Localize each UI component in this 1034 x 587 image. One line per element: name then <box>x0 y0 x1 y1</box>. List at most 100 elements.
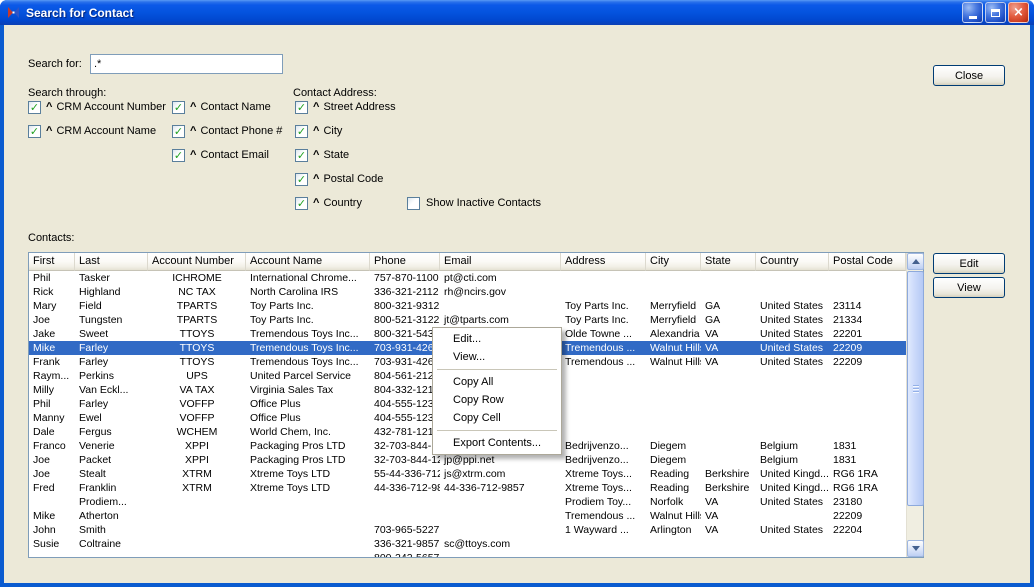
column-header-phone[interactable]: Phone <box>370 253 440 271</box>
table-cell: Tremendous Toys Inc... <box>246 355 370 369</box>
table-cell: 800-321-9312 <box>370 299 440 313</box>
table-row[interactable]: JoeStealtXTRMXtreme Toys LTD55-44-336-71… <box>29 467 906 481</box>
table-cell: VOFFP <box>148 411 246 425</box>
table-cell <box>29 551 75 557</box>
checkbox-contact-email[interactable]: ✓^Contact Email <box>172 143 282 167</box>
column-header-account-name[interactable]: Account Name <box>246 253 370 271</box>
column-header-state[interactable]: State <box>701 253 756 271</box>
table-cell <box>440 299 561 313</box>
table-cell <box>148 509 246 523</box>
menu-separator <box>437 430 557 431</box>
close-button[interactable]: Close <box>933 65 1005 86</box>
table-cell <box>440 495 561 509</box>
dialog-window: Search for Contact × Search for: Close S… <box>0 0 1034 587</box>
scroll-up-button[interactable] <box>907 253 924 270</box>
checkbox-label: Contact Email <box>200 149 268 161</box>
menu-item-export-contents[interactable]: Export Contents... <box>435 434 559 452</box>
table-cell: Xtreme Toys LTD <box>246 467 370 481</box>
menu-item-view[interactable]: View... <box>435 348 559 366</box>
table-cell: sc@ttoys.com <box>440 537 561 551</box>
checkbox-crm-account-number[interactable]: ✓^CRM Account Number <box>28 95 166 119</box>
table-row[interactable]: 800-242-5657 <box>29 551 906 557</box>
checkbox-state[interactable]: ✓^State <box>295 143 396 167</box>
column-header-email[interactable]: Email <box>440 253 561 271</box>
table-cell: Smith <box>75 523 148 537</box>
table-row[interactable]: MaryFieldTPARTSToy Parts Inc.800-321-931… <box>29 299 906 313</box>
table-row[interactable]: SusieColtraine336-321-9857sc@ttoys.com <box>29 537 906 551</box>
checkbox-box-icon[interactable]: ✓ <box>172 101 185 114</box>
table-row[interactable]: FredFranklinXTRMXtreme Toys LTD44-336-71… <box>29 481 906 495</box>
column-header-country[interactable]: Country <box>756 253 829 271</box>
table-cell <box>561 551 646 557</box>
table-cell: Olde Towne ... <box>561 327 646 341</box>
table-cell: 404-555-123... <box>370 397 440 411</box>
checkbox-contact-phone[interactable]: ✓^Contact Phone # <box>172 119 282 143</box>
checkbox-box-icon[interactable]: ✓ <box>172 149 185 162</box>
table-cell: Milly <box>29 383 75 397</box>
checkbox-label: Show Inactive Contacts <box>426 197 541 209</box>
table-cell <box>370 509 440 523</box>
table-row[interactable]: PhilTaskerICHROMEInternational Chrome...… <box>29 271 906 285</box>
checkbox-box-icon[interactable]: ✓ <box>28 125 41 138</box>
restore-button[interactable] <box>985 2 1006 23</box>
menu-item-copy-all[interactable]: Copy All <box>435 373 559 391</box>
checkbox-country[interactable]: ✓^Country <box>295 191 396 215</box>
menu-item-edit[interactable]: Edit... <box>435 330 559 348</box>
table-cell: TTOYS <box>148 341 246 355</box>
table-cell <box>148 495 246 509</box>
column-header-last[interactable]: Last <box>75 253 148 271</box>
table-cell: js@xtrm.com <box>440 467 561 481</box>
minimize-button[interactable] <box>962 2 983 23</box>
table-cell: 1831 <box>829 439 906 453</box>
column-header-city[interactable]: City <box>646 253 701 271</box>
view-button[interactable]: View <box>933 277 1005 298</box>
regex-anchor-caret-icon: ^ <box>313 125 319 137</box>
checkbox-box-icon[interactable]: ✓ <box>295 125 308 138</box>
titlebar[interactable]: Search for Contact × <box>0 0 1034 25</box>
vertical-scrollbar[interactable] <box>906 253 923 557</box>
checkbox-crm-account-name[interactable]: ✓^CRM Account Name <box>28 119 166 143</box>
table-cell <box>701 369 756 383</box>
checkbox-box-icon[interactable]: ✓ <box>295 101 308 114</box>
table-row[interactable]: MikeAthertonTremendous ...Walnut HillsVA… <box>29 509 906 523</box>
checkbox-box-icon[interactable]: ✓ <box>28 101 41 114</box>
checkbox-box-icon[interactable]: ✓ <box>295 197 308 210</box>
table-cell <box>246 509 370 523</box>
column-header-address[interactable]: Address <box>561 253 646 271</box>
table-row[interactable]: JohnSmith703-965-52271 Wayward ...Arling… <box>29 523 906 537</box>
scroll-down-button[interactable] <box>907 540 924 557</box>
table-row[interactable]: RickHighlandNC TAXNorth Carolina IRS336-… <box>29 285 906 299</box>
checkbox-contact-name[interactable]: ✓^Contact Name <box>172 95 282 119</box>
table-cell <box>701 439 756 453</box>
table-row[interactable]: JoePacketXPPIPackaging Pros LTD32-703-84… <box>29 453 906 467</box>
column-header-postal-code[interactable]: Postal Code <box>829 253 906 271</box>
table-cell: Office Plus <box>246 397 370 411</box>
column-header-account-number[interactable]: Account Number <box>148 253 246 271</box>
table-cell: Tremendous Toys Inc... <box>246 327 370 341</box>
menu-item-copy-row[interactable]: Copy Row <box>435 391 559 409</box>
checkbox-show-inactive-contacts[interactable]: Show Inactive Contacts <box>407 191 541 215</box>
menu-item-copy-cell[interactable]: Copy Cell <box>435 409 559 427</box>
checkbox-city[interactable]: ✓^City <box>295 119 396 143</box>
checkbox-box-icon[interactable]: ✓ <box>295 173 308 186</box>
table-cell: Atherton <box>75 509 148 523</box>
edit-button[interactable]: Edit <box>933 253 1005 274</box>
checkbox-street-address[interactable]: ✓^Street Address <box>295 95 396 119</box>
table-cell: Diegem <box>646 439 701 453</box>
checkbox-box-icon[interactable]: ✓ <box>172 125 185 138</box>
regex-anchor-caret-icon: ^ <box>46 125 52 137</box>
scrollbar-thumb[interactable] <box>907 271 924 506</box>
table-row[interactable]: JoeTungstenTPARTSToy Parts Inc.800-521-3… <box>29 313 906 327</box>
table-cell <box>646 425 701 439</box>
table-row[interactable]: Prodiem...Prodiem Toy...NorfolkVAUnited … <box>29 495 906 509</box>
table-cell: Xtreme Toys LTD <box>246 481 370 495</box>
column-header-first[interactable]: First <box>29 253 75 271</box>
checkbox-box-icon[interactable]: ✓ <box>295 149 308 162</box>
checkbox-postal-code[interactable]: ✓^Postal Code <box>295 167 396 191</box>
checkbox-box-icon[interactable] <box>407 197 420 210</box>
search-input[interactable] <box>90 54 283 74</box>
close-window-button[interactable]: × <box>1008 2 1029 23</box>
table-cell: 800-521-3122 <box>370 313 440 327</box>
contacts-label: Contacts: <box>28 232 74 244</box>
checkbox-label: Postal Code <box>323 173 383 185</box>
